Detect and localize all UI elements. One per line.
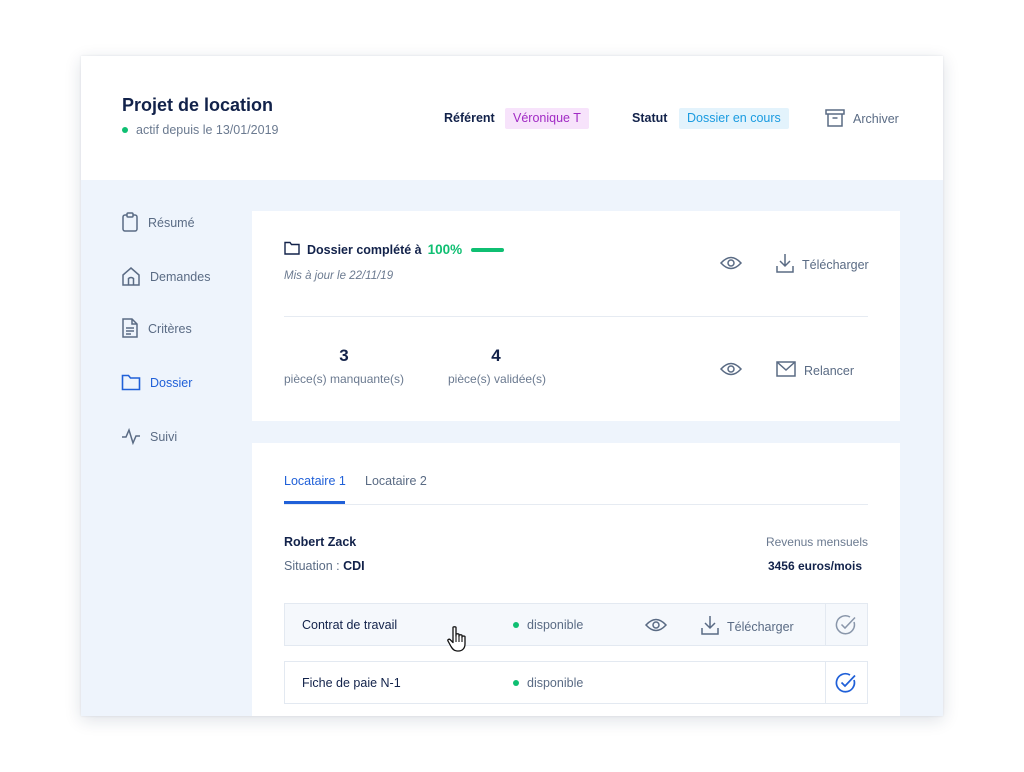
activity-icon — [121, 427, 150, 448]
missing-pieces-stat: 3 pièce(s) manquante(s) — [284, 346, 404, 386]
sidebar-item-demandes[interactable]: Demandes — [121, 266, 210, 288]
clipboard-icon — [121, 211, 148, 235]
validate-document-button[interactable] — [835, 614, 857, 641]
sidebar-item-label: Demandes — [150, 270, 211, 284]
folder-icon — [121, 373, 150, 394]
available-status-dot — [513, 622, 519, 628]
download-icon — [776, 253, 802, 276]
eye-icon — [644, 618, 668, 637]
validated-label: pièce(s) validée(s) — [448, 372, 547, 386]
row-separator — [825, 604, 826, 645]
active-since-text: actif depuis le 13/01/2019 — [136, 123, 279, 137]
project-header: Projet de location actif depuis le 13/01… — [81, 56, 943, 180]
view-document-button[interactable] — [644, 617, 668, 638]
home-icon — [121, 266, 150, 289]
sidebar-item-dossier[interactable]: Dossier — [121, 372, 192, 394]
status-badge[interactable]: Dossier en cours — [679, 108, 789, 129]
archive-icon — [825, 108, 853, 130]
tenant-situation: Situation : CDI — [284, 559, 365, 573]
dossier-summary-card: Dossier complété à 100% Mis à jour le 22… — [252, 211, 900, 421]
missing-count: 3 — [339, 346, 349, 365]
remind-button[interactable]: Relancer — [776, 361, 854, 380]
download-dossier-button[interactable]: Télécharger — [776, 253, 869, 276]
sidebar-item-label: Résumé — [148, 216, 195, 230]
status-label: Statut — [632, 111, 668, 125]
document-row[interactable]: Fiche de paie N-1 disponible — [284, 661, 868, 704]
document-status: disponible — [513, 618, 583, 632]
active-status-dot — [122, 127, 128, 133]
referent-badge[interactable]: Véronique T — [505, 108, 589, 129]
card-divider — [284, 316, 868, 317]
archive-label: Archiver — [853, 112, 899, 126]
situation-value: CDI — [343, 559, 365, 573]
validated-count: 4 — [491, 346, 501, 365]
tenants-card: Locataire 1 Locataire 2 Robert Zack Situ… — [252, 443, 900, 716]
revenue-label: Revenus mensuels — [765, 535, 868, 549]
download-label: Télécharger — [727, 619, 794, 634]
mail-icon — [776, 361, 804, 380]
download-icon — [701, 615, 727, 638]
document-status-text: disponible — [527, 676, 584, 690]
updated-date: Mis à jour le 22/11/19 — [284, 270, 394, 282]
revenue-value: 3456 euros/mois — [767, 559, 862, 573]
folder-icon — [284, 241, 307, 258]
referent-label: Référent — [444, 111, 495, 125]
document-name: Fiche de paie N-1 — [302, 676, 401, 690]
missing-label: pièce(s) manquante(s) — [284, 372, 405, 386]
check-circle-icon — [835, 615, 857, 640]
sidebar-item-label: Critères — [148, 322, 192, 336]
app-window: Projet de location actif depuis le 13/01… — [81, 56, 943, 716]
completion-percent: 100% — [427, 242, 463, 257]
active-tab-indicator — [284, 501, 345, 504]
sidebar-item-criteres[interactable]: Critères — [121, 317, 192, 341]
document-status: disponible — [513, 676, 583, 690]
eye-icon — [719, 255, 750, 274]
document-name: Contrat de travail — [302, 618, 398, 632]
document-icon — [121, 317, 148, 341]
validate-document-button[interactable] — [835, 672, 857, 699]
view-pieces-button[interactable] — [719, 361, 750, 380]
page-title: Projet de location — [122, 95, 274, 115]
eye-icon — [719, 361, 750, 380]
view-dossier-button[interactable] — [719, 255, 750, 274]
tab-divider — [284, 504, 868, 505]
hand-pointer-icon — [446, 625, 470, 658]
document-status-text: disponible — [527, 618, 584, 632]
check-circle-icon — [835, 672, 857, 698]
document-row[interactable]: Contrat de travail disponible Télécharge… — [284, 603, 868, 646]
sidebar-item-suivi[interactable]: Suivi — [121, 426, 177, 448]
archive-button[interactable]: Archiver — [825, 108, 899, 130]
sidebar-item-label: Suivi — [150, 430, 178, 444]
active-since: actif depuis le 13/01/2019 — [122, 123, 278, 137]
sidebar-item-resume[interactable]: Résumé — [121, 211, 195, 235]
download-document-button[interactable]: Télécharger — [701, 615, 794, 638]
download-label: Télécharger — [802, 257, 869, 272]
available-status-dot — [513, 680, 519, 686]
completion-progress-bar — [471, 247, 505, 252]
remind-label: Relancer — [804, 363, 855, 378]
row-separator — [825, 662, 826, 703]
situation-label: Situation : — [284, 559, 344, 573]
tab-locataire-2[interactable]: Locataire 2 — [365, 474, 427, 488]
validated-pieces-stat: 4 pièce(s) validée(s) — [448, 346, 547, 386]
tab-locataire-1[interactable]: Locataire 1 — [284, 474, 346, 488]
sidebar-item-label: Dossier — [150, 376, 193, 390]
tenant-name: Robert Zack — [284, 535, 357, 549]
dossier-completion: Dossier complété à 100% — [284, 241, 505, 258]
dossier-completion-label: Dossier complété à — [307, 242, 422, 257]
